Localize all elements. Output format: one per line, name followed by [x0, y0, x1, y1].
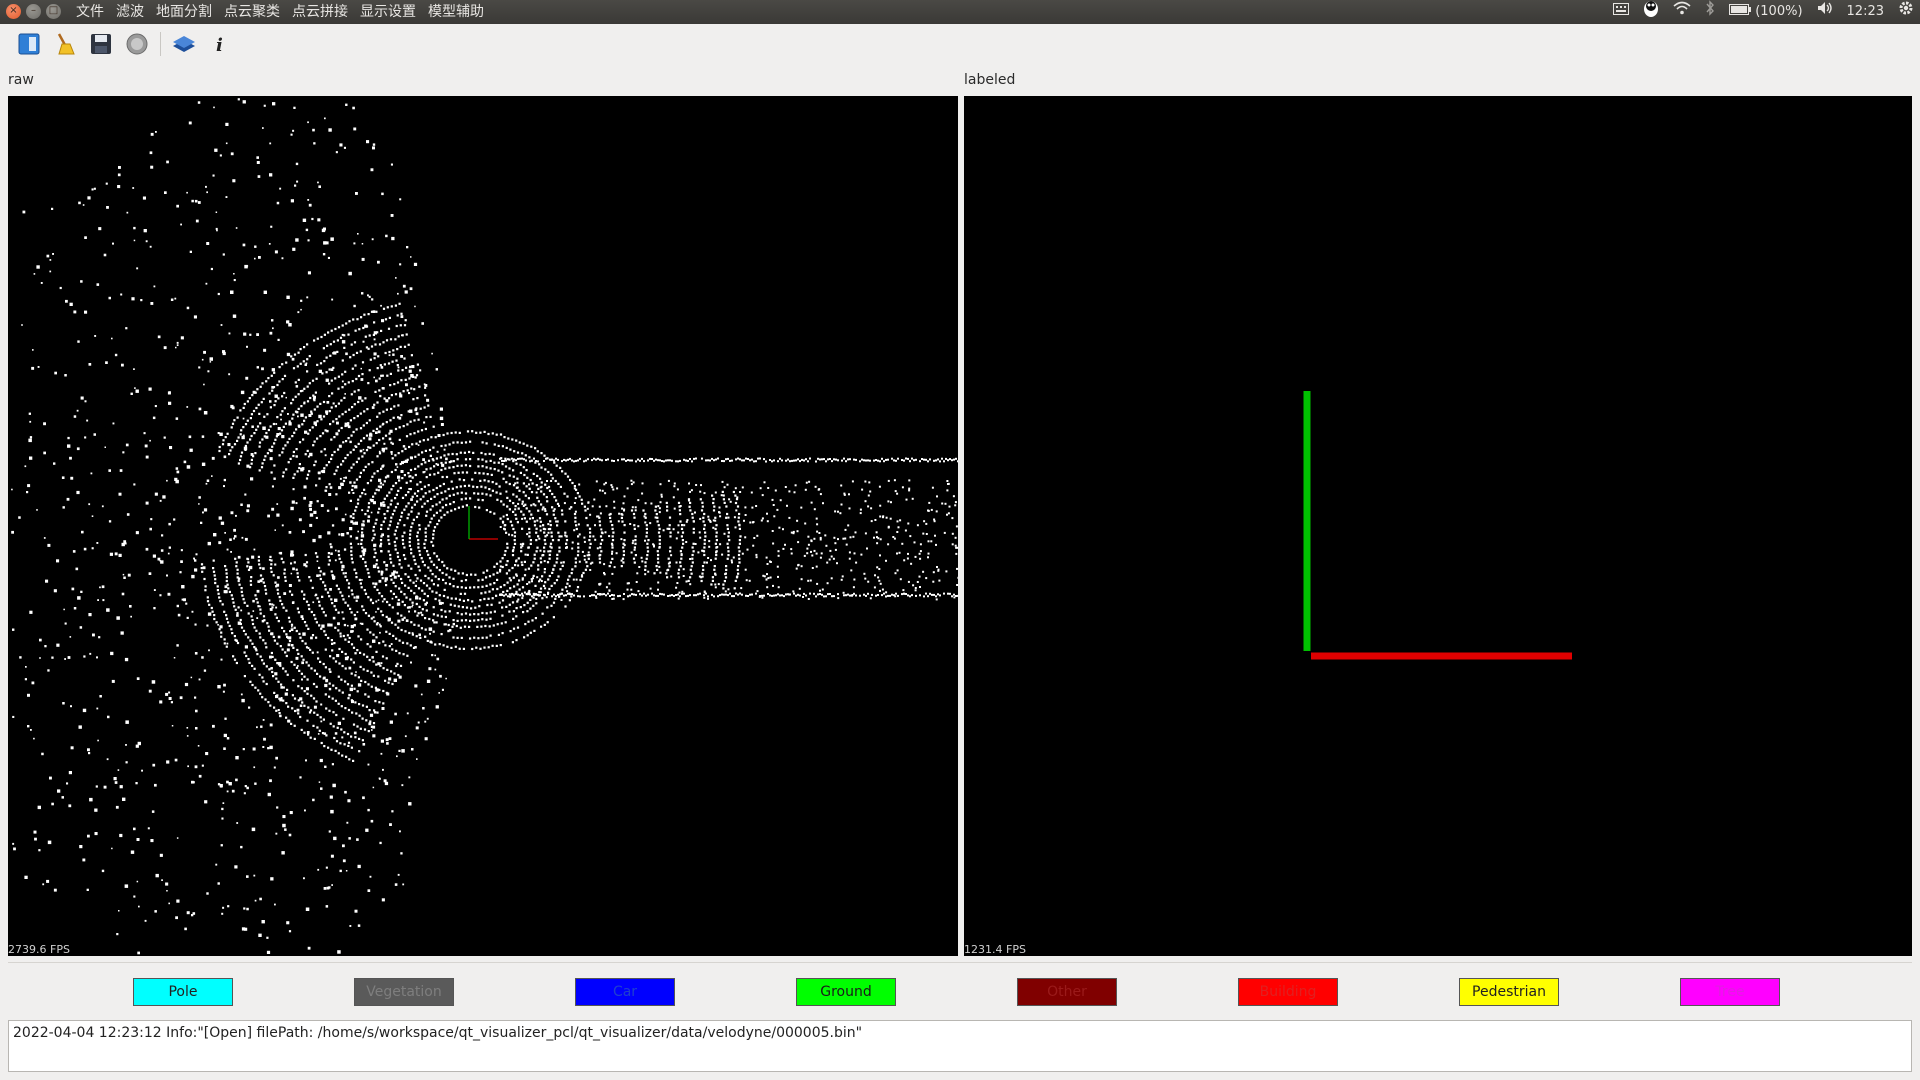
labeled-axes [1303, 391, 1572, 660]
maximize-icon: □ [48, 5, 59, 16]
legend-ground-button[interactable]: Ground [796, 978, 896, 1006]
menu-filter[interactable]: 滤波 [110, 0, 150, 24]
legend-car-button[interactable]: Car [575, 978, 675, 1006]
legend-pole-button[interactable]: Pole [133, 978, 233, 1006]
menu-list: 文件 滤波 地面分割 点云聚类 点云拼接 显示设置 模型辅助 [70, 0, 490, 24]
log-line: 2022-04-04 12:23:12 Info:"[Open] filePat… [13, 1025, 863, 1041]
save-icon [91, 34, 111, 54]
info-button[interactable]: i [207, 31, 233, 57]
raw-fps-readout: 2739.6 FPS [8, 943, 70, 956]
gear-icon[interactable] [1898, 0, 1914, 25]
keyboard-icon[interactable] [1613, 0, 1630, 24]
window-maximize-button[interactable]: □ [46, 4, 61, 19]
labeled-panel-label: labeled [964, 72, 1016, 88]
raw-panel-label: raw [8, 72, 34, 88]
menu-model-assist[interactable]: 模型辅助 [422, 0, 490, 24]
penguin-icon[interactable] [1643, 0, 1659, 26]
legend-pedestrian-button[interactable]: Pedestrian [1459, 978, 1559, 1006]
labeled-fps-readout: 1231.4 FPS [964, 943, 1026, 956]
info-icon: i [216, 35, 223, 55]
log-output[interactable]: 2022-04-04 12:23:12 Info:"[Open] filePat… [8, 1020, 1912, 1072]
legend-building-button[interactable]: Building [1238, 978, 1338, 1006]
menu-file[interactable]: 文件 [70, 0, 110, 24]
layers-button[interactable] [171, 31, 197, 57]
horizontal-separator [8, 962, 1912, 963]
window-minimize-button[interactable]: – [26, 4, 41, 19]
layers-icon [173, 36, 195, 52]
clear-button[interactable] [52, 31, 78, 57]
system-tray: (100%) 12:23 [1613, 0, 1920, 24]
class-legend: Pole Vegetation Car Ground Other Buildin… [0, 978, 1920, 1006]
volume-icon[interactable] [1817, 0, 1833, 24]
battery-status[interactable]: (100%) [1729, 0, 1803, 24]
menu-display-settings[interactable]: 显示设置 [354, 0, 422, 24]
menu-cloud-clustering[interactable]: 点云聚类 [218, 0, 286, 24]
legend-other-button[interactable]: Other [1017, 978, 1117, 1006]
save-button[interactable] [88, 31, 114, 57]
clear-brush-icon [57, 33, 75, 55]
record-button[interactable] [124, 31, 150, 57]
window-close-button[interactable]: × [6, 4, 21, 19]
clock[interactable]: 12:23 [1847, 0, 1884, 24]
close-icon: × [9, 5, 18, 16]
top-menu-bar: × – □ 文件 滤波 地面分割 点云聚类 点云拼接 显示设置 模型辅助 (10… [0, 0, 1920, 24]
raw-point-cloud-viewport[interactable]: 2739.6 FPS [8, 96, 958, 956]
bluetooth-icon[interactable] [1705, 0, 1715, 25]
svg-text:i: i [216, 35, 223, 55]
battery-percent: (100%) [1755, 4, 1803, 19]
battery-icon [1729, 0, 1752, 24]
record-icon [126, 33, 148, 55]
legend-tree-button[interactable]: Tree [1680, 978, 1780, 1006]
legend-vegetation-button[interactable]: Vegetation [354, 978, 454, 1006]
labeled-point-cloud-viewport[interactable]: 1231.4 FPS [964, 96, 1912, 956]
toolbar-separator [160, 32, 161, 56]
menu-cloud-registration[interactable]: 点云拼接 [286, 0, 354, 24]
toolbar: i [0, 24, 1920, 64]
open-file-icon [18, 33, 40, 55]
minimize-icon: – [31, 5, 36, 16]
raw-point-cloud [11, 98, 958, 955]
menu-ground-segmentation[interactable]: 地面分割 [150, 0, 218, 24]
open-button[interactable] [16, 31, 42, 57]
wifi-icon[interactable] [1673, 0, 1691, 24]
